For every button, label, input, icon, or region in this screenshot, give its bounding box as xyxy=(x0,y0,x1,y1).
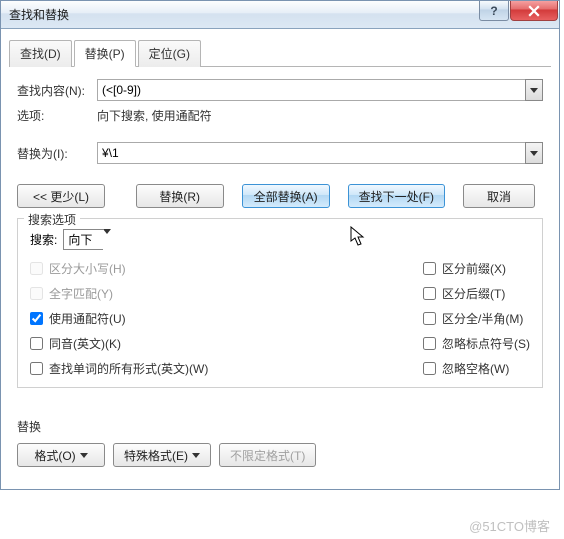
less-button[interactable]: << 更少(L) xyxy=(17,184,105,208)
search-direction-label: 搜索: xyxy=(30,231,57,248)
tab-goto[interactable]: 定位(G) xyxy=(138,40,201,67)
search-options-legend: 搜索选项 xyxy=(24,211,80,228)
format-label: 替换 xyxy=(17,418,543,435)
replace-with-dropdown[interactable] xyxy=(525,142,543,164)
options-label: 选项: xyxy=(17,107,97,124)
chevron-down-icon xyxy=(530,88,538,93)
chevron-down-icon xyxy=(530,151,538,156)
close-icon xyxy=(528,5,540,17)
check-col-right: 区分前缀(X) 区分后缀(T) 区分全/半角(M) 忽略标点符号(S) 忽略空格… xyxy=(423,260,530,377)
replace-with-row: 替换为(I): xyxy=(17,142,543,164)
replace-with-label: 替换为(I): xyxy=(17,145,97,162)
direction-input[interactable] xyxy=(63,229,103,250)
search-direction-row: 搜索: xyxy=(30,229,530,250)
window-controls: ? xyxy=(479,1,559,21)
chevron-down-icon xyxy=(103,229,111,234)
replace-button[interactable]: 替换(R) xyxy=(136,184,224,208)
dialog-content: 查找(D) 替换(P) 定位(G) 查找内容(N): 选项: 向下搜索, 使用通… xyxy=(1,29,559,489)
checkbox-columns: 区分大小写(H) 全字匹配(Y) 使用通配符(U) 同音(英文)(K) 查找单词… xyxy=(30,260,530,377)
window-title: 查找和替换 xyxy=(9,6,69,23)
wildcards-check[interactable]: 使用通配符(U) xyxy=(30,310,423,327)
word-forms-check[interactable]: 查找单词的所有形式(英文)(W) xyxy=(30,360,423,377)
no-format-button[interactable]: 不限定格式(T) xyxy=(219,443,316,467)
find-replace-dialog: 查找和替换 ? 查找(D) 替换(P) 定位(G) 查找内容(N): 选项: xyxy=(0,0,560,490)
watermark: @51CTO博客 xyxy=(469,516,550,535)
chevron-down-icon xyxy=(192,453,200,458)
prefix-check[interactable]: 区分前缀(X) xyxy=(423,260,530,277)
find-what-label: 查找内容(N): xyxy=(17,82,97,99)
match-case-check: 区分大小写(H) xyxy=(30,260,423,277)
find-next-button[interactable]: 查找下一处(F) xyxy=(348,184,445,208)
replace-with-input[interactable] xyxy=(97,142,525,164)
find-what-dropdown[interactable] xyxy=(525,79,543,101)
format-buttons: 格式(O) 特殊格式(E) 不限定格式(T) xyxy=(17,443,543,467)
tab-replace[interactable]: 替换(P) xyxy=(74,40,136,67)
ignore-punct-check[interactable]: 忽略标点符号(S) xyxy=(423,335,530,352)
tab-find[interactable]: 查找(D) xyxy=(9,40,72,67)
suffix-check[interactable]: 区分后缀(T) xyxy=(423,285,530,302)
check-col-left: 区分大小写(H) 全字匹配(Y) 使用通配符(U) 同音(英文)(K) 查找单词… xyxy=(30,260,423,377)
replace-with-combo xyxy=(97,142,543,164)
whole-word-check: 全字匹配(Y) xyxy=(30,285,423,302)
chevron-down-icon xyxy=(80,453,88,458)
find-what-combo xyxy=(97,79,543,101)
action-buttons: << 更少(L) 替换(R) 全部替换(A) 查找下一处(F) 取消 xyxy=(17,184,543,208)
titlebar[interactable]: 查找和替换 ? xyxy=(1,1,559,29)
special-format-button[interactable]: 特殊格式(E) xyxy=(113,443,211,467)
find-what-row: 查找内容(N): xyxy=(17,79,543,101)
close-button[interactable] xyxy=(510,1,558,21)
direction-dropdown[interactable] xyxy=(103,229,111,250)
options-value: 向下搜索, 使用通配符 xyxy=(97,107,212,124)
tab-strip: 查找(D) 替换(P) 定位(G) xyxy=(9,39,551,67)
full-half-check[interactable]: 区分全/半角(M) xyxy=(423,310,530,327)
search-options-group: 搜索选项 搜索: 区分大小写(H) 全字匹配(Y) 使用通配符(U) 同音(英文… xyxy=(17,218,543,388)
cancel-button[interactable]: 取消 xyxy=(463,184,535,208)
replace-all-button[interactable]: 全部替换(A) xyxy=(242,184,330,208)
help-button[interactable]: ? xyxy=(479,1,509,21)
options-row: 选项: 向下搜索, 使用通配符 xyxy=(17,107,543,124)
form-area: 查找内容(N): 选项: 向下搜索, 使用通配符 替换为(I): << 更少 xyxy=(9,67,551,479)
direction-combo xyxy=(63,229,111,250)
ignore-space-check[interactable]: 忽略空格(W) xyxy=(423,360,530,377)
sounds-like-check[interactable]: 同音(英文)(K) xyxy=(30,335,423,352)
format-section: 替换 格式(O) 特殊格式(E) 不限定格式(T) xyxy=(17,418,543,467)
find-what-input[interactable] xyxy=(97,79,525,101)
format-button[interactable]: 格式(O) xyxy=(17,443,105,467)
